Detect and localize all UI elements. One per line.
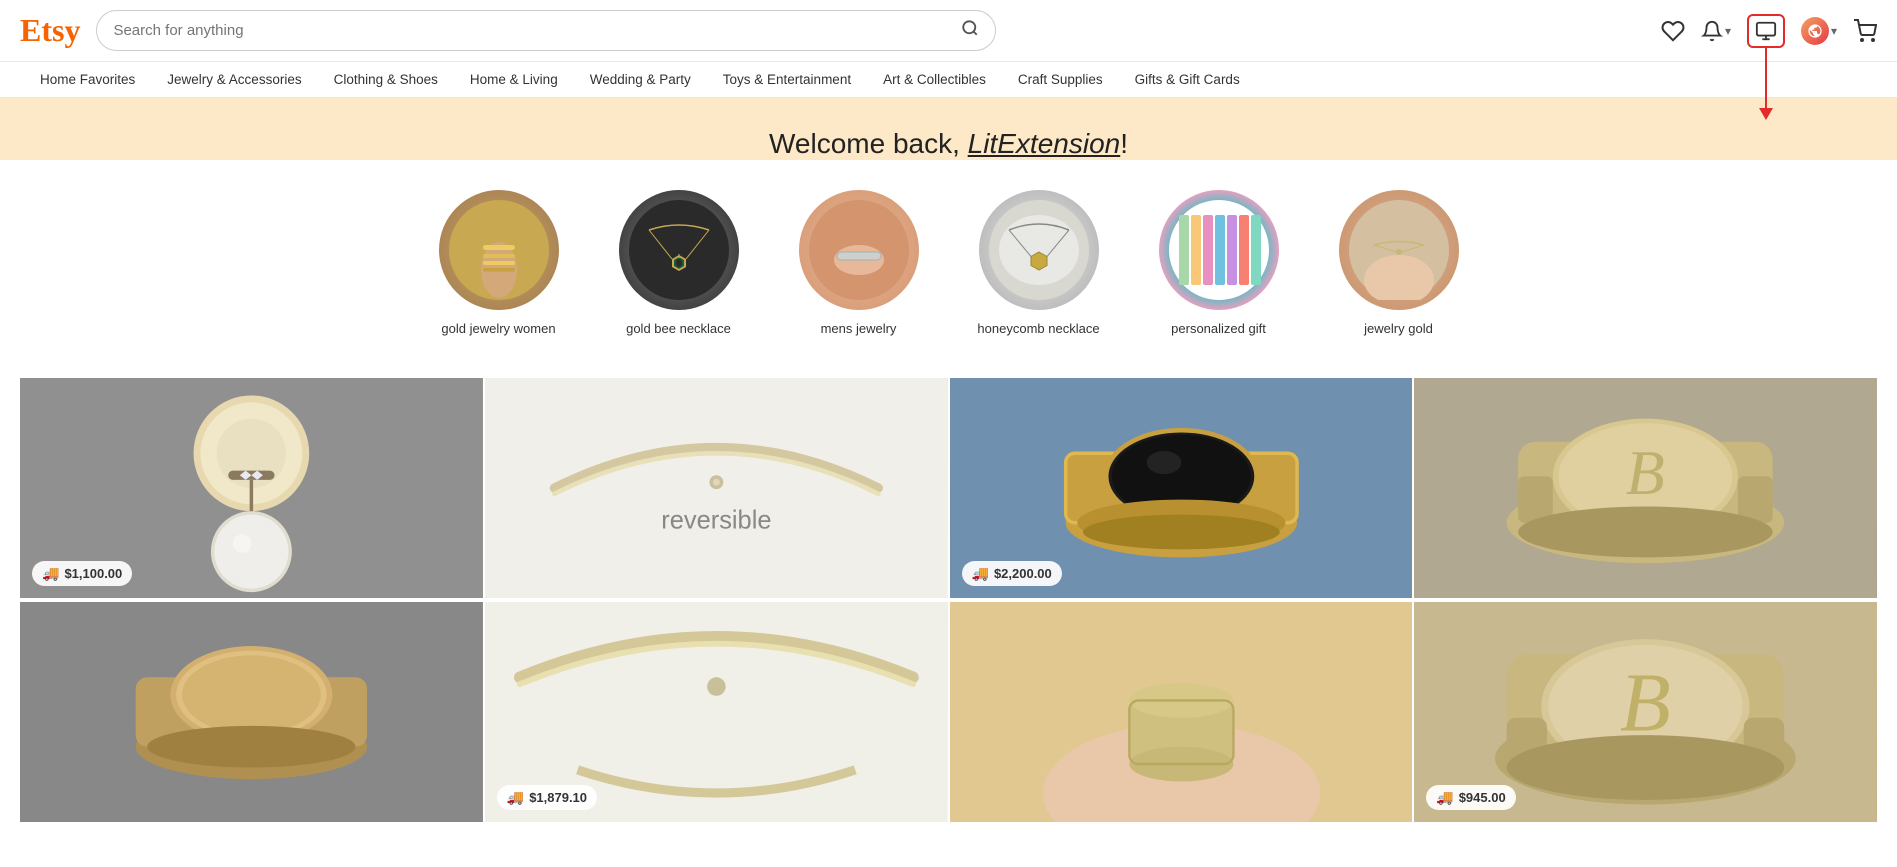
welcome-message: Welcome back, LitExtension! (20, 128, 1877, 160)
header: Etsy ▾ (0, 0, 1897, 62)
category-circle (979, 190, 1099, 310)
product-card[interactable]: 🚚 $2,200.00 (950, 378, 1413, 598)
seller-dashboard-button[interactable] (1747, 14, 1785, 48)
nav-craft-supplies[interactable]: Craft Supplies (1018, 72, 1103, 87)
username-link[interactable]: LitExtension (968, 128, 1121, 159)
svg-text:reversible: reversible (661, 507, 771, 535)
bell-dropdown-arrow[interactable]: ▾ (1725, 24, 1731, 38)
category-gold-bee-necklace[interactable]: gold bee necklace (614, 190, 744, 338)
seller-icon-container (1747, 14, 1785, 48)
nav-jewelry-accessories[interactable]: Jewelry & Accessories (167, 72, 301, 87)
category-label: jewelry gold (1364, 320, 1433, 338)
delivery-icon: 🚚 (1436, 789, 1453, 806)
category-label: personalized gift (1171, 320, 1266, 338)
product-card[interactable]: reversible (485, 378, 948, 598)
delivery-icon: 🚚 (507, 789, 524, 806)
price-value: $2,200.00 (994, 566, 1052, 581)
account-dropdown-arrow[interactable]: ▾ (1831, 24, 1837, 38)
welcome-prefix: Welcome back, (769, 128, 968, 159)
category-circle (1339, 190, 1459, 310)
nav-home-favorites[interactable]: Home Favorites (40, 72, 135, 87)
product-card[interactable] (950, 602, 1413, 822)
category-gold-jewelry-women[interactable]: gold jewelry women (434, 190, 564, 338)
delivery-icon: 🚚 (42, 565, 59, 582)
category-circle (619, 190, 739, 310)
delivery-icon: 🚚 (972, 565, 989, 582)
product-price: 🚚 $1,100.00 (32, 561, 132, 586)
cart-icon[interactable] (1853, 19, 1877, 43)
header-icons: ▾ (1661, 14, 1877, 48)
avatar (1801, 17, 1829, 45)
category-mens-jewelry[interactable]: mens jewelry (794, 190, 924, 338)
price-value: $1,879.10 (529, 790, 587, 805)
nav-clothing-shoes[interactable]: Clothing & Shoes (334, 72, 438, 87)
account-icon[interactable]: ▾ (1801, 17, 1837, 45)
product-card[interactable]: 🚚 $1,100.00 (20, 378, 483, 598)
category-label: honeycomb necklace (977, 320, 1099, 338)
search-icon[interactable] (961, 19, 979, 42)
product-card[interactable]: 🚚 $1,879.10 (485, 602, 948, 822)
category-label: gold bee necklace (626, 320, 731, 338)
product-card[interactable]: B (1414, 378, 1877, 598)
nav-wedding-party[interactable]: Wedding & Party (590, 72, 691, 87)
welcome-banner: Welcome back, LitExtension! (0, 98, 1897, 160)
search-bar[interactable] (96, 10, 996, 51)
category-label: mens jewelry (821, 320, 897, 338)
price-value: $1,100.00 (64, 566, 122, 581)
notifications-icon[interactable]: ▾ (1701, 20, 1731, 42)
product-price: 🚚 $1,879.10 (497, 785, 597, 810)
product-grid: 🚚 $1,100.00 reversible (0, 378, 1897, 822)
nav-bar: Home Favorites Jewelry & Accessories Clo… (0, 62, 1897, 98)
nav-home-living[interactable]: Home & Living (470, 72, 558, 87)
welcome-suffix: ! (1120, 128, 1128, 159)
category-circle (799, 190, 919, 310)
category-personalized-gift[interactable]: personalized gift (1154, 190, 1284, 338)
nav-art-collectibles[interactable]: Art & Collectibles (883, 72, 986, 87)
product-card[interactable] (20, 602, 483, 822)
category-label: gold jewelry women (441, 320, 555, 338)
etsy-logo[interactable]: Etsy (20, 12, 80, 49)
category-circle (1159, 190, 1279, 310)
price-value: $945.00 (1459, 790, 1506, 805)
category-honeycomb-necklace[interactable]: honeycomb necklace (974, 190, 1104, 338)
svg-text:B: B (1626, 437, 1665, 508)
categories-section: gold jewelry women (0, 180, 1897, 368)
product-price: 🚚 $2,200.00 (962, 561, 1062, 586)
product-card[interactable]: B 🚚 $945.00 (1414, 602, 1877, 822)
category-jewelry-gold[interactable]: jewelry gold (1334, 190, 1464, 338)
wishlist-icon[interactable] (1661, 19, 1685, 43)
product-price: 🚚 $945.00 (1426, 785, 1515, 810)
nav-toys-entertainment[interactable]: Toys & Entertainment (723, 72, 851, 87)
category-circle (439, 190, 559, 310)
search-input[interactable] (113, 22, 951, 39)
nav-gifts-gift-cards[interactable]: Gifts & Gift Cards (1135, 72, 1240, 87)
